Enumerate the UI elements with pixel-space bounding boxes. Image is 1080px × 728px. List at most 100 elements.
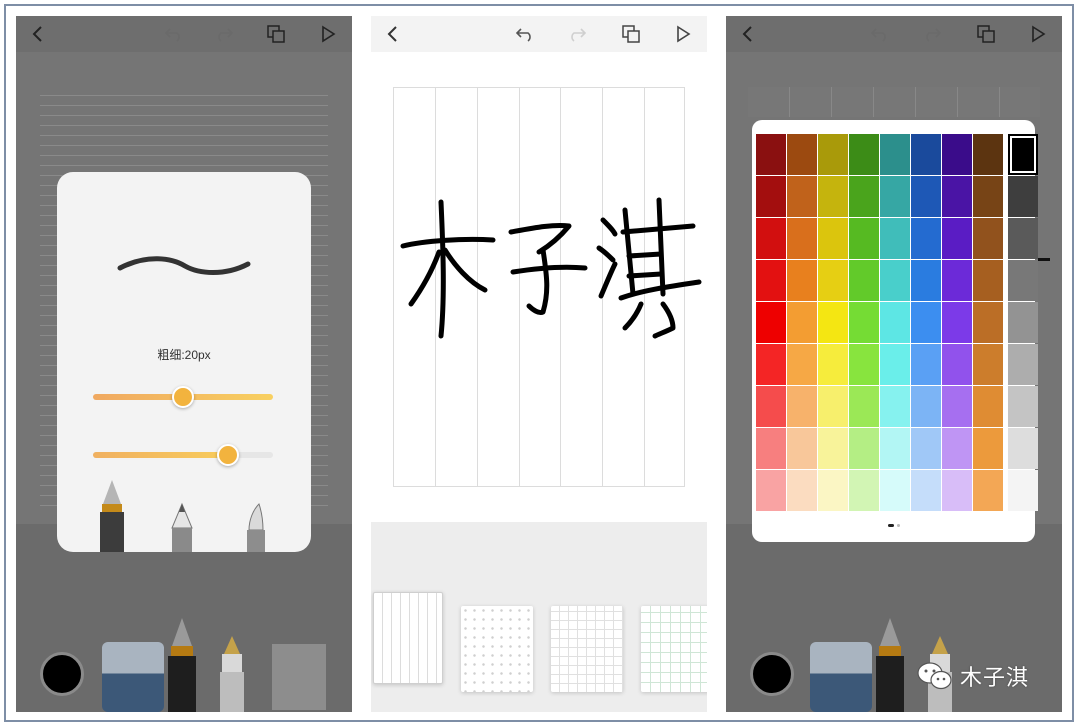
fountain-pen-icon[interactable]: [164, 616, 200, 712]
color-circle-icon[interactable]: [40, 652, 84, 696]
redo-icon[interactable]: [565, 22, 589, 46]
color-swatch[interactable]: [1008, 260, 1038, 301]
color-swatch[interactable]: [849, 218, 879, 259]
color-swatch[interactable]: [973, 470, 1003, 511]
color-swatch[interactable]: [973, 302, 1003, 343]
color-swatch[interactable]: [849, 386, 879, 427]
color-swatch[interactable]: [818, 302, 848, 343]
color-swatch[interactable]: [787, 134, 817, 175]
color-swatch[interactable]: [973, 428, 1003, 469]
color-swatch[interactable]: [942, 386, 972, 427]
color-swatch[interactable]: [880, 428, 910, 469]
color-swatch[interactable]: [973, 134, 1003, 175]
thickness-slider-thumb[interactable]: [172, 386, 194, 408]
color-swatch[interactable]: [818, 260, 848, 301]
color-swatch[interactable]: [756, 386, 786, 427]
color-swatch[interactable]: [942, 302, 972, 343]
color-swatch[interactable]: [849, 260, 879, 301]
color-swatch[interactable]: [880, 176, 910, 217]
color-swatch[interactable]: [818, 176, 848, 217]
color-swatch[interactable]: [942, 176, 972, 217]
play-icon[interactable]: [1026, 22, 1050, 46]
layers-icon[interactable]: [619, 22, 643, 46]
color-swatch[interactable]: [880, 260, 910, 301]
color-swatch[interactable]: [756, 302, 786, 343]
color-swatch[interactable]: [880, 302, 910, 343]
color-swatch[interactable]: [942, 344, 972, 385]
redo-icon[interactable]: [920, 22, 944, 46]
layers-icon[interactable]: [264, 22, 288, 46]
chevron-left-icon[interactable]: [26, 22, 50, 46]
color-swatch[interactable]: [911, 344, 941, 385]
color-swatch[interactable]: [1008, 218, 1038, 259]
pencil-icon[interactable]: [169, 502, 195, 552]
undo-icon[interactable]: [513, 22, 537, 46]
opacity-slider-thumb[interactable]: [217, 444, 239, 466]
color-swatch[interactable]: [880, 470, 910, 511]
color-swatch[interactable]: [911, 176, 941, 217]
color-swatch[interactable]: [849, 134, 879, 175]
color-swatch[interactable]: [756, 344, 786, 385]
color-swatch[interactable]: [942, 260, 972, 301]
color-swatch[interactable]: [880, 134, 910, 175]
chevron-left-icon[interactable]: [736, 22, 760, 46]
color-swatch[interactable]: [756, 134, 786, 175]
fountain-pen-icon[interactable]: [872, 616, 908, 712]
layers-icon[interactable]: [974, 22, 998, 46]
color-swatch[interactable]: [911, 428, 941, 469]
color-swatch[interactable]: [818, 218, 848, 259]
color-swatch[interactable]: [1008, 470, 1038, 511]
color-swatch[interactable]: [942, 428, 972, 469]
color-swatch[interactable]: [787, 344, 817, 385]
color-swatch[interactable]: [787, 470, 817, 511]
color-swatch[interactable]: [849, 302, 879, 343]
color-swatch[interactable]: [911, 134, 941, 175]
color-circle-icon[interactable]: [750, 652, 794, 696]
color-swatch[interactable]: [849, 344, 879, 385]
play-icon[interactable]: [671, 22, 695, 46]
color-swatch[interactable]: [818, 134, 848, 175]
color-swatch[interactable]: [818, 386, 848, 427]
color-swatch[interactable]: [787, 428, 817, 469]
color-swatch[interactable]: [942, 470, 972, 511]
color-swatch[interactable]: [973, 218, 1003, 259]
eraser-icon[interactable]: [102, 642, 164, 712]
chevron-left-icon[interactable]: [381, 22, 405, 46]
color-swatch[interactable]: [756, 260, 786, 301]
color-swatch[interactable]: [756, 218, 786, 259]
color-swatch[interactable]: [787, 218, 817, 259]
color-swatch[interactable]: [973, 344, 1003, 385]
eraser-icon[interactable]: [810, 642, 872, 712]
color-swatch[interactable]: [911, 386, 941, 427]
color-swatch[interactable]: [787, 260, 817, 301]
undo-icon[interactable]: [162, 22, 186, 46]
color-swatch[interactable]: [849, 470, 879, 511]
brush-pen-icon[interactable]: [243, 502, 269, 552]
color-swatch[interactable]: [756, 428, 786, 469]
color-swatch[interactable]: [756, 176, 786, 217]
color-swatch[interactable]: [1008, 302, 1038, 343]
color-swatch[interactable]: [849, 428, 879, 469]
color-swatch[interactable]: [1008, 176, 1038, 217]
color-swatch[interactable]: [973, 176, 1003, 217]
color-swatch[interactable]: [787, 386, 817, 427]
color-swatch[interactable]: [911, 260, 941, 301]
color-swatch[interactable]: [818, 428, 848, 469]
color-swatch[interactable]: [973, 260, 1003, 301]
color-swatch[interactable]: [911, 302, 941, 343]
color-swatch[interactable]: [911, 218, 941, 259]
color-swatch[interactable]: [787, 176, 817, 217]
marker-icon[interactable]: [214, 634, 250, 712]
color-swatch[interactable]: [787, 302, 817, 343]
color-swatch[interactable]: [880, 218, 910, 259]
color-swatch[interactable]: [1008, 134, 1038, 175]
color-swatch[interactable]: [1008, 344, 1038, 385]
color-swatch[interactable]: [880, 386, 910, 427]
color-swatch[interactable]: [818, 470, 848, 511]
play-icon[interactable]: [316, 22, 340, 46]
template-vertical-lines[interactable]: [373, 592, 443, 684]
color-swatch[interactable]: [942, 134, 972, 175]
color-swatch[interactable]: [911, 470, 941, 511]
fountain-pen-icon[interactable]: [97, 478, 127, 552]
template-green-grid[interactable]: [641, 606, 707, 692]
